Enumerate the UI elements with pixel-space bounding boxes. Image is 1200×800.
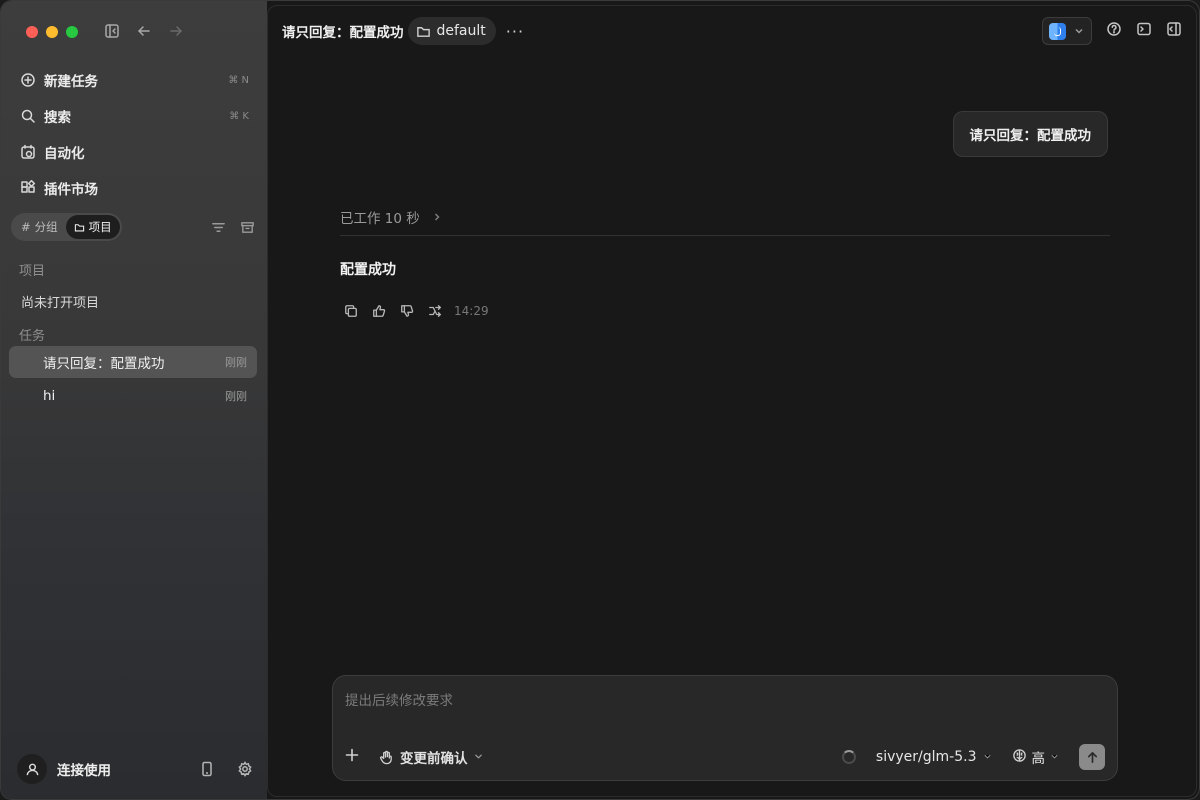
sidebar-item-plugin-market[interactable]: 插件市场 (9, 170, 259, 206)
segment-group[interactable]: # 分组 (13, 215, 66, 239)
sidebar-toolbar (103, 22, 185, 40)
header-tools (1042, 17, 1182, 45)
model-selector[interactable]: sivyer/glm-5.3 (876, 749, 992, 765)
projects-header: 项目 (19, 264, 46, 279)
zoom-window-button[interactable] (66, 26, 78, 38)
user-icon (26, 763, 38, 775)
help-icon[interactable] (1106, 21, 1122, 41)
add-attachment-button[interactable] (345, 748, 359, 766)
toggle-right-panel-icon[interactable] (1166, 21, 1182, 41)
plugin-market-icon (19, 179, 37, 197)
task-item[interactable]: 请只回复：配置成功 刚刚 (9, 346, 257, 378)
traffic-lights (26, 26, 78, 38)
automation-clock-icon (19, 143, 37, 161)
view-toggle-row: # 分组 项目 (11, 213, 259, 241)
main-pane: 请只回复：配置成功 default ··· 请只回复：配置成功 已工作 10 秒… (267, 5, 1197, 797)
archive-icon[interactable] (240, 220, 255, 235)
task-time: 刚刚 (225, 356, 247, 369)
folder-name: default (436, 23, 486, 39)
sidebar-item-label: 插件市场 (44, 182, 98, 198)
finder-icon (1049, 22, 1066, 40)
composer-input[interactable]: 提出后续修改要求 (345, 689, 453, 709)
open-in-app-selector[interactable] (1042, 17, 1092, 45)
main-header: 请只回复：配置成功 default ··· (268, 6, 1196, 56)
hand-icon (380, 750, 392, 764)
view-segmented-control: # 分组 项目 (11, 213, 122, 241)
sidebar-item-automation[interactable]: 自动化 (9, 134, 259, 170)
folder-icon (74, 223, 84, 231)
assistant-reply: 配置成功 (340, 262, 396, 278)
loading-spinner-icon (841, 750, 856, 764)
effort-level: 高 (1031, 751, 1046, 767)
worked-duration-toggle[interactable]: 已工作 10 秒 (340, 207, 442, 227)
worked-duration: 已工作 10 秒 (340, 211, 420, 227)
task-name: 请只回复：配置成功 (43, 356, 165, 372)
composer[interactable]: 提出后续修改要求 变更前确认 sivyer/glm-5.3 高 (332, 675, 1118, 781)
no-project-item[interactable]: 尚未打开项目 (21, 292, 99, 311)
sidebar-item-new-task[interactable]: 新建任务 ⌘ N (9, 62, 259, 98)
hash-icon: # (21, 220, 31, 234)
user-message-bubble: 请只回复：配置成功 (952, 111, 1108, 157)
segment-project-label: 项目 (88, 220, 112, 234)
arrow-up-icon (1087, 751, 1097, 763)
account-label[interactable]: 连接使用 (57, 759, 199, 779)
chevron-down-icon (983, 749, 992, 765)
sidebar: 新建任务 ⌘ N 搜索 ⌘ K 自动化 插件市场 # 分组 项目 项目 尚未打开… (1, 1, 267, 799)
sidebar-footer: 连接使用 (17, 753, 253, 785)
approval-mode-label: 变更前确认 (400, 751, 468, 767)
chevron-down-icon (1050, 749, 1059, 765)
chevron-down-icon (474, 749, 483, 765)
filter-icon[interactable] (211, 220, 226, 235)
collapse-sidebar-icon[interactable] (103, 22, 121, 40)
task-name: hi (43, 388, 56, 404)
back-arrow-icon[interactable] (135, 22, 153, 40)
model-name: sivyer/glm-5.3 (875, 749, 977, 765)
task-item[interactable]: hi 刚刚 (9, 380, 257, 412)
fork-branch-icon[interactable] (428, 304, 442, 318)
send-button[interactable] (1079, 744, 1105, 770)
composer-toolbar: 变更前确认 sivyer/glm-5.3 高 (345, 744, 1105, 770)
segment-project[interactable]: 项目 (65, 215, 120, 239)
new-task-icon (19, 71, 37, 89)
sidebar-nav: 新建任务 ⌘ N 搜索 ⌘ K 自动化 插件市场 (9, 62, 259, 206)
approval-mode-dropdown[interactable]: 变更前确认 (379, 747, 483, 767)
page-title: 请只回复：配置成功 (282, 25, 404, 41)
shortcut-hint: ⌘ N (228, 74, 249, 86)
reasoning-effort-selector[interactable]: 高 (1012, 747, 1060, 767)
terminal-icon[interactable] (1136, 21, 1152, 41)
brain-icon (1012, 748, 1027, 767)
copy-icon[interactable] (344, 304, 358, 318)
sidebar-item-label: 新建任务 (44, 74, 98, 90)
thumbs-down-icon[interactable] (400, 304, 414, 318)
composer-right-controls: sivyer/glm-5.3 高 (841, 744, 1105, 770)
sidebar-item-label: 自动化 (44, 146, 85, 162)
segment-group-label: 分组 (34, 220, 58, 234)
footer-icons (199, 761, 253, 777)
mobile-device-icon[interactable] (199, 761, 215, 777)
tasks-header: 任务 (19, 329, 46, 344)
settings-gear-icon[interactable] (237, 761, 253, 777)
folder-chip[interactable]: default (407, 17, 496, 45)
search-icon (19, 107, 37, 125)
folder-icon (416, 26, 430, 37)
avatar[interactable] (17, 754, 47, 784)
plus-icon (345, 748, 359, 762)
more-options-button[interactable]: ··· (506, 22, 524, 41)
divider (340, 235, 1110, 236)
chevron-down-icon (1075, 28, 1083, 34)
list-tools (211, 220, 259, 235)
reply-actions: 14:29 (344, 304, 489, 318)
reply-timestamp: 14:29 (454, 304, 489, 318)
shortcut-hint: ⌘ K (229, 110, 249, 122)
task-time: 刚刚 (225, 390, 247, 403)
thumbs-up-icon[interactable] (372, 304, 386, 318)
app-window: 新建任务 ⌘ N 搜索 ⌘ K 自动化 插件市场 # 分组 项目 项目 尚未打开… (0, 0, 1200, 800)
chevron-right-icon (434, 213, 440, 221)
close-window-button[interactable] (26, 26, 38, 38)
sidebar-item-label: 搜索 (44, 110, 71, 126)
forward-arrow-icon[interactable] (167, 22, 185, 40)
minimize-window-button[interactable] (46, 26, 58, 38)
sidebar-item-search[interactable]: 搜索 ⌘ K (9, 98, 259, 134)
